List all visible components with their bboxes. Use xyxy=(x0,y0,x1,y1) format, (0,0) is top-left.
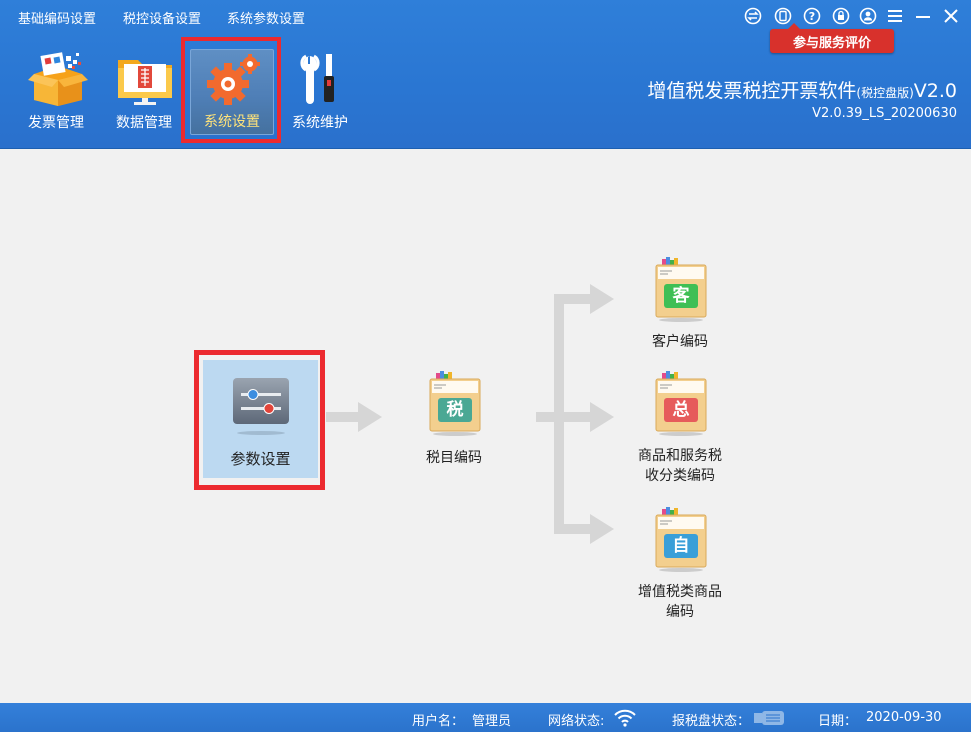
vat-goods-book-icon: 自 xyxy=(648,506,712,572)
goods-services-glyph-badge: 总 xyxy=(664,398,698,422)
flow-arrows xyxy=(326,284,614,544)
customer-book-icon: 客 xyxy=(648,256,712,322)
goods-services-label-line2: 收分类编码 xyxy=(645,468,715,484)
tax-disk-icon xyxy=(754,711,786,729)
tax-glyph-badge: 税 xyxy=(438,398,472,422)
tax-item-code-node[interactable]: 税 税目编码 xyxy=(404,370,504,468)
vat-goods-label-line1: 增值税类商品 xyxy=(638,584,722,600)
tax-disk-status-label: 报税盘状态： xyxy=(672,714,751,729)
goods-services-label-line1: 商品和服务税 xyxy=(638,448,722,464)
vat-goods-code-node[interactable]: 自 增值税类商品 编码 xyxy=(618,506,742,622)
status-bar: 用户名： 管理员 网络状态: 报税盘状态： 日期： 2020-09-30 xyxy=(0,703,971,732)
customer-glyph-badge: 客 xyxy=(664,284,698,308)
tax-item-code-label: 税目编码 xyxy=(426,450,482,466)
username-label: 用户名： xyxy=(412,714,465,729)
customer-code-label: 客户编码 xyxy=(652,334,708,350)
date-label: 日期： xyxy=(818,714,858,729)
customer-code-node[interactable]: 客 客户编码 xyxy=(630,256,730,352)
goods-services-tax-code-node[interactable]: 总 商品和服务税 收分类编码 xyxy=(618,370,742,486)
date-value: 2020-09-30 xyxy=(866,710,942,725)
network-status-label: 网络状态: xyxy=(548,714,605,729)
vat-goods-glyph-badge: 自 xyxy=(664,534,698,558)
goods-services-book-icon: 总 xyxy=(648,370,712,436)
vat-goods-label-line2: 编码 xyxy=(666,604,694,620)
username-value: 管理员 xyxy=(472,714,512,729)
wifi-icon xyxy=(614,709,636,731)
tax-book-icon: 税 xyxy=(422,370,486,436)
highlight-frame-param-settings xyxy=(194,350,325,490)
